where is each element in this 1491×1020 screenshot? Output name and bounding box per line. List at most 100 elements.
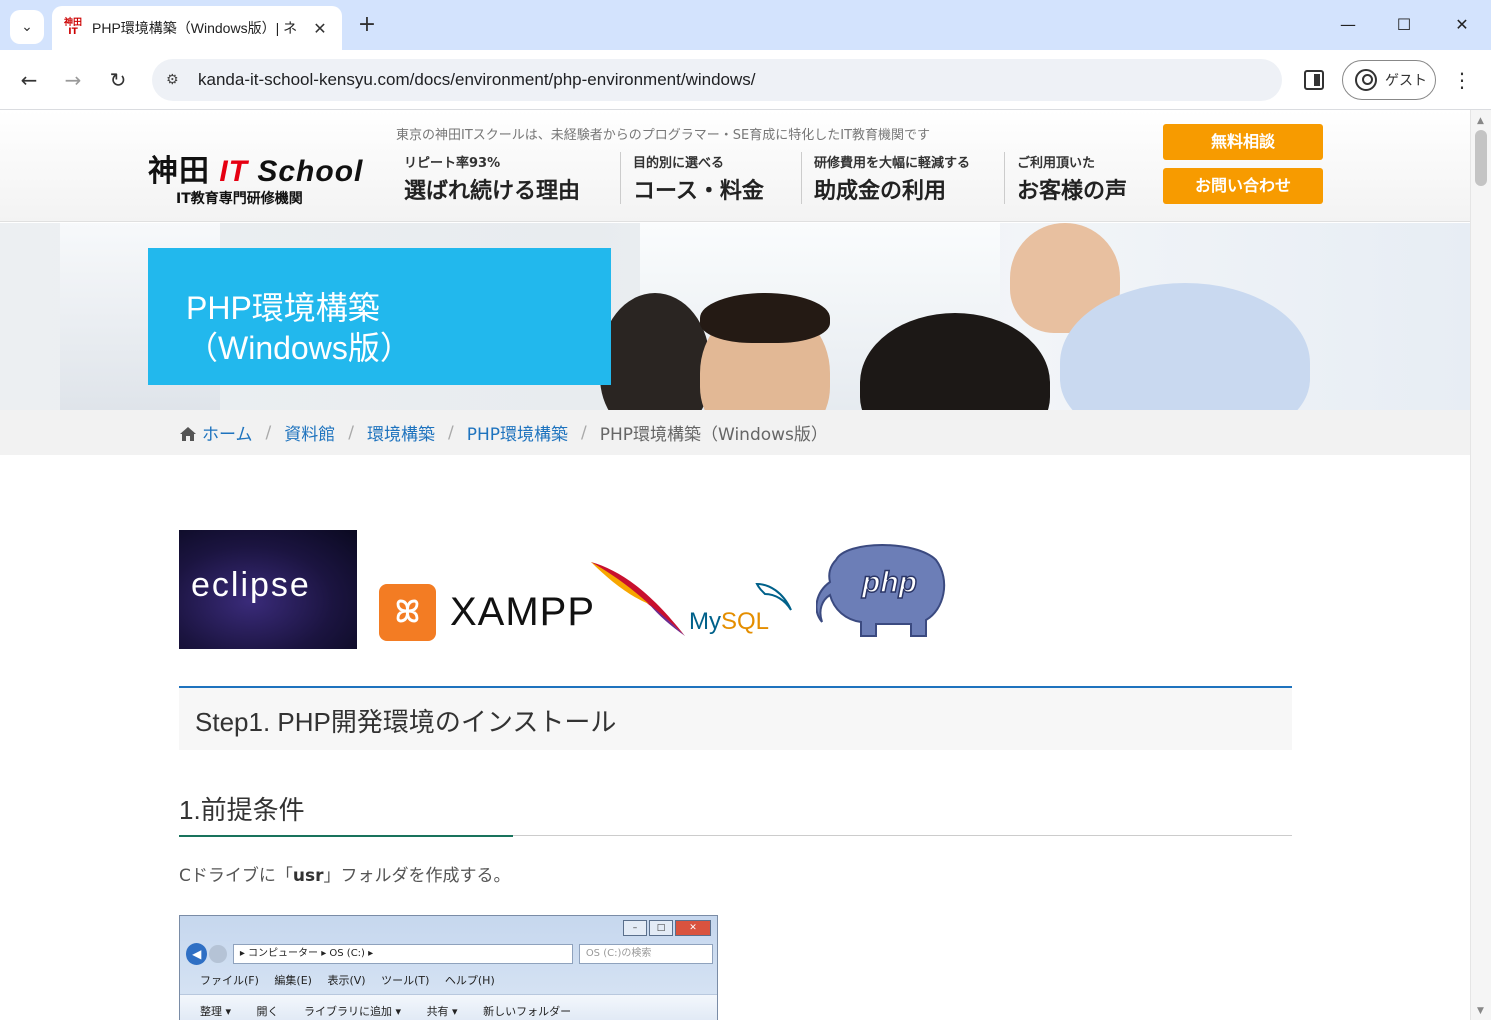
section-heading: 1.前提条件 (179, 790, 1292, 837)
page-title-box: PHP環境構築 （Windows版） (148, 248, 611, 385)
software-logos-image: eclipse ꕤ XAMPP MySQL php (179, 530, 959, 655)
nav-voice-label: お客様の声 (1017, 179, 1128, 204)
explorer-menu-tools: ツール(T) (381, 974, 430, 987)
explorer-minimize-icon: – (623, 920, 647, 936)
browser-tab-bar: ⌄ 神田IT PHP環境構築（Windows版）| ネ ✕ + — ☐ ✕ (0, 0, 1491, 50)
more-menu-icon[interactable]: ⋮ (1452, 64, 1472, 96)
explorer-cmd-share: 共有 ▾ (426, 1005, 458, 1018)
reload-icon[interactable]: ↻ (102, 64, 134, 96)
nav-voice[interactable]: ご利用頂いた お客様の声 (1004, 152, 1127, 204)
site-header: 神田 IT School IT教育専門研修機関 東京の神田ITスクールは、未経験… (0, 110, 1470, 222)
explorer-menu-help: ヘルプ(H) (444, 974, 495, 987)
nav-reason-label: 選ばれ続ける理由 (404, 179, 581, 204)
contact-button[interactable]: お問い合わせ (1163, 168, 1323, 204)
nav-reason[interactable]: リピート率93% 選ばれ続ける理由 (392, 152, 580, 204)
mysql-logo-my: My (689, 608, 721, 635)
nav-subsidy-small: 研修費用を大幅に軽減する (814, 156, 971, 171)
breadcrumb: ホーム / 資料館 / 環境構築 / PHP環境構築 / PHP環境構築（Win… (0, 410, 1470, 455)
explorer-back-icon: ◀ (186, 943, 208, 965)
eclipse-logo: eclipse (179, 530, 357, 649)
page-scrollbar[interactable]: ▲ ▼ (1470, 110, 1491, 1020)
breadcrumb-php-environment[interactable]: PHP環境構築 (467, 420, 568, 445)
breadcrumb-current: PHP環境構築（Windows版） (599, 425, 828, 445)
page-title-line2: （Windows版） (186, 330, 412, 366)
paragraph-text-post: 」フォルダを作成する。 (323, 866, 511, 886)
explorer-address-row: ◀ ▸ コンピューター ▸ OS (C:) ▸ OS (C:)の検索 (186, 942, 713, 966)
profile-label: ゲスト (1385, 73, 1427, 89)
explorer-menu-view: 表示(V) (327, 974, 366, 987)
nav-course-label: コース・料金 (633, 179, 764, 204)
tab-title: PHP環境構築（Windows版）| ネ (92, 20, 298, 36)
new-tab-plus-icon[interactable]: + (354, 12, 380, 38)
php-elephant-logo: php (816, 544, 946, 637)
nav-course[interactable]: 目的別に選べる コース・料金 (620, 152, 764, 204)
paragraph-text-pre: Cドライブに「 (179, 866, 293, 886)
back-arrow-icon[interactable]: ← (13, 64, 45, 96)
paragraph-folder-name: usr (292, 866, 324, 886)
scrollbar-thumb[interactable] (1475, 130, 1487, 186)
explorer-cmd-organize: 整理 ▾ (200, 1005, 232, 1018)
explorer-menu-edit: 編集(E) (274, 974, 312, 987)
tab-search-button[interactable]: ⌄ (10, 10, 44, 44)
avatar-icon (1355, 69, 1377, 91)
scroll-down-arrow-icon[interactable]: ▼ (1477, 1006, 1484, 1016)
forward-arrow-icon[interactable]: → (57, 64, 89, 96)
site-settings-icon[interactable]: ⚙ (166, 72, 186, 88)
explorer-maximize-icon: □ (649, 920, 673, 936)
logo-school: School (257, 155, 364, 188)
site-logo[interactable]: 神田 IT School IT教育専門研修機関 (148, 146, 364, 207)
explorer-menu-file: ファイル(F) (200, 974, 259, 987)
window-maximize-icon[interactable]: ☐ (1384, 10, 1424, 40)
explorer-forward-icon (209, 945, 227, 963)
hero-photo-person (700, 293, 830, 343)
php-logo-text: php (861, 566, 917, 599)
nav-course-small: 目的別に選べる (633, 156, 725, 171)
breadcrumb-separator: / (581, 422, 587, 443)
breadcrumb-separator: / (348, 422, 354, 443)
xampp-logo: ꕤ XAMPP (379, 582, 595, 642)
nav-subsidy-label: 助成金の利用 (814, 179, 947, 204)
step-heading: Step1. PHP開発環境のインストール (179, 686, 1292, 750)
nav-subsidy[interactable]: 研修費用を大幅に軽減する 助成金の利用 (801, 152, 970, 204)
hero-banner: PHP環境構築 （Windows版） (0, 223, 1470, 410)
explorer-address: ▸ コンピューター ▸ OS (C:) ▸ (232, 944, 573, 964)
browser-toolbar: ← → ↻ ⚙ kanda-it-school-kensyu.com/docs/… (0, 50, 1491, 110)
mysql-dolphin-icon (755, 582, 792, 611)
explorer-screenshot-image: – □ ✕ ◀ ▸ コンピューター ▸ OS (C:) ▸ OS (C:)の検索… (179, 915, 718, 1020)
explorer-search: OS (C:)の検索 (578, 944, 713, 964)
breadcrumb-separator: / (265, 422, 272, 443)
address-url[interactable]: kanda-it-school-kensyu.com/docs/environm… (198, 70, 756, 90)
explorer-window-controls: – □ ✕ (621, 920, 711, 936)
logo-subtitle: IT教育専門研修機関 (176, 191, 303, 207)
nav-voice-small: ご利用頂いた (1017, 156, 1096, 171)
browser-tab-active[interactable]: 神田IT PHP環境構築（Windows版）| ネ ✕ (52, 6, 342, 50)
chevron-down-icon: ⌄ (21, 19, 33, 35)
breadcrumb-separator: / (447, 422, 454, 443)
side-panel-icon[interactable] (1304, 70, 1324, 90)
xampp-badge-icon: ꕤ (379, 583, 436, 641)
explorer-command-bar: 整理 ▾ 開く ライブラリに追加 ▾ 共有 ▾ 新しいフォルダー (180, 994, 717, 1020)
address-bar[interactable]: ⚙ kanda-it-school-kensyu.com/docs/enviro… (152, 59, 1282, 101)
explorer-cmd-library: ライブラリに追加 ▾ (304, 1005, 402, 1018)
window-close-icon[interactable]: ✕ (1442, 10, 1482, 40)
tab-close-icon[interactable]: ✕ (310, 19, 330, 38)
explorer-cmd-open: 開く (256, 1005, 279, 1018)
free-consult-button[interactable]: 無料相談 (1163, 124, 1323, 160)
breadcrumb-home[interactable]: ホーム (202, 420, 253, 445)
scroll-up-arrow-icon[interactable]: ▲ (1477, 116, 1484, 126)
instruction-paragraph: Cドライブに「usr」フォルダを作成する。 (179, 861, 510, 886)
site-tagline: 東京の神田ITスクールは、未経験者からのプログラマー・SE育成に特化したIT教育… (396, 128, 931, 143)
breadcrumb-environment[interactable]: 環境構築 (367, 420, 435, 445)
explorer-menu-row: ファイル(F) 編集(E) 表示(V) ツール(T) ヘルプ(H) (200, 972, 507, 988)
breadcrumb-archive[interactable]: 資料館 (284, 420, 335, 445)
home-icon (180, 426, 196, 441)
explorer-cmd-new-folder: 新しいフォルダー (483, 1005, 572, 1018)
xampp-logo-text: XAMPP (450, 589, 596, 634)
logo-kanda: 神田 (148, 155, 210, 188)
profile-button[interactable]: ゲスト (1342, 60, 1436, 100)
page-viewport: 神田 IT School IT教育専門研修機関 東京の神田ITスクールは、未経験… (0, 110, 1470, 1020)
eclipse-logo-text: eclipse (191, 566, 311, 604)
page-title-line1: PHP環境構築 (186, 290, 380, 326)
window-minimize-icon[interactable]: — (1328, 10, 1368, 40)
apache-feather-icon (591, 562, 685, 636)
